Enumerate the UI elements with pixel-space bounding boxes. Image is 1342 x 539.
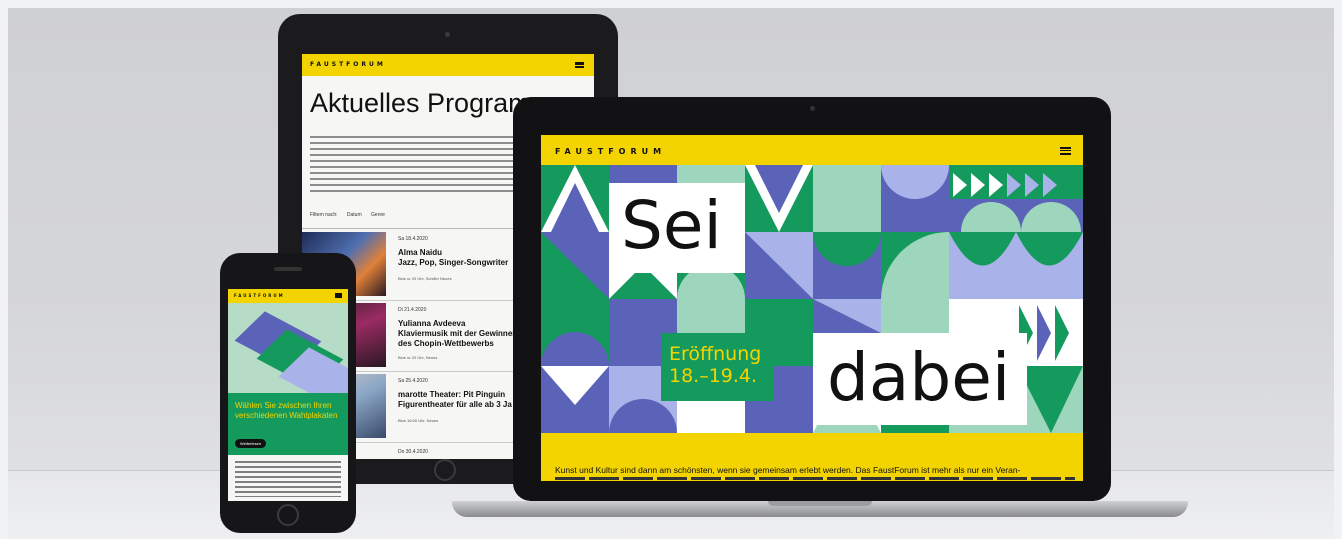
laptop-screen: FAUSTFORUM Sei Eröffnung 18.–19.4. dabei…: [541, 135, 1083, 481]
tablet-menu-icon[interactable]: [575, 62, 584, 68]
phone-read-more-button[interactable]: Weiterlesen: [235, 439, 267, 448]
event-meta: Blue ur 20 Uhr, Schiller Neues: [398, 276, 452, 281]
laptop-menu-icon[interactable]: [1060, 147, 1071, 155]
laptop-camera: [810, 106, 815, 111]
laptop-intro-text: Kunst und Kultur sind dann am schönsten,…: [555, 465, 1021, 475]
hero-card-sei: Sei: [609, 183, 745, 273]
phone-speaker: [274, 267, 302, 271]
filter-genre[interactable]: Genre: [371, 212, 385, 218]
event-meta: Blue 16:00 Uhr, Neues: [398, 418, 439, 423]
laptop-intro-text-cut: [555, 477, 1075, 480]
phone-teaser: Wählen Sie zwischen Ihren verschiedenen …: [228, 393, 348, 455]
filter-label: Filtern nach:: [310, 212, 338, 218]
hero-word-dabei: dabei: [827, 339, 1011, 416]
tablet-logo[interactable]: FAUSTFORUM: [310, 61, 386, 68]
phone-home-button: [277, 504, 299, 526]
event-title: marotte Theater: Pit Pinguin Figurentheat…: [398, 390, 512, 409]
event-date: Sa 25.4.2020: [398, 378, 428, 384]
laptop-logo[interactable]: FAUSTFORUM: [555, 147, 666, 156]
phone-header-bar: FAUSTFORUM: [228, 289, 348, 303]
phone-menu-icon[interactable]: [335, 293, 342, 298]
event-title: Yulianna Avdeeva Klaviermusik mit der Gew…: [398, 319, 523, 348]
phone-logo[interactable]: FAUSTFORUM: [234, 293, 285, 298]
laptop-header-bar: FAUSTFORUM: [541, 135, 1083, 165]
phone-hero-image: [228, 303, 348, 393]
tablet-home-button: [434, 459, 456, 481]
tablet-header-bar: FAUSTFORUM: [302, 54, 594, 76]
event-meta: Blue ur 20 Uhr, Neues: [398, 355, 438, 360]
phone-screen: FAUSTFORUM Wählen Sie zwischen Ihren ver…: [228, 289, 348, 501]
phone-headline: Wählen Sie zwischen Ihren verschiedenen …: [235, 401, 338, 420]
filter-date[interactable]: Datum: [347, 212, 362, 218]
event-date: Di 21.4.2020: [398, 307, 427, 313]
phone-device: FAUSTFORUM Wählen Sie zwischen Ihren ver…: [220, 253, 356, 533]
phone-body-text: [235, 461, 341, 497]
opening-dates: 18.–19.4.: [669, 365, 758, 387]
hero-card-dabei: dabei: [813, 333, 1027, 425]
opening-card[interactable]: Eröffnung 18.–19.4.: [661, 333, 773, 401]
hero-word-sei: Sei: [621, 187, 722, 264]
tablet-filter-bar: Filtern nach: Datum Genre: [310, 212, 393, 218]
opening-label: Eröffnung: [669, 343, 762, 365]
laptop-device: FAUSTFORUM Sei Eröffnung 18.–19.4. dabei…: [513, 97, 1111, 501]
event-date: Do 30.4.2020: [398, 449, 429, 455]
event-title: Alma Naidu Jazz, Pop, Singer-Songwriter: [398, 248, 509, 267]
event-date: Sa 18.4.2020: [398, 236, 428, 242]
laptop-hinge-notch: [768, 501, 872, 506]
tablet-camera: [445, 32, 450, 37]
